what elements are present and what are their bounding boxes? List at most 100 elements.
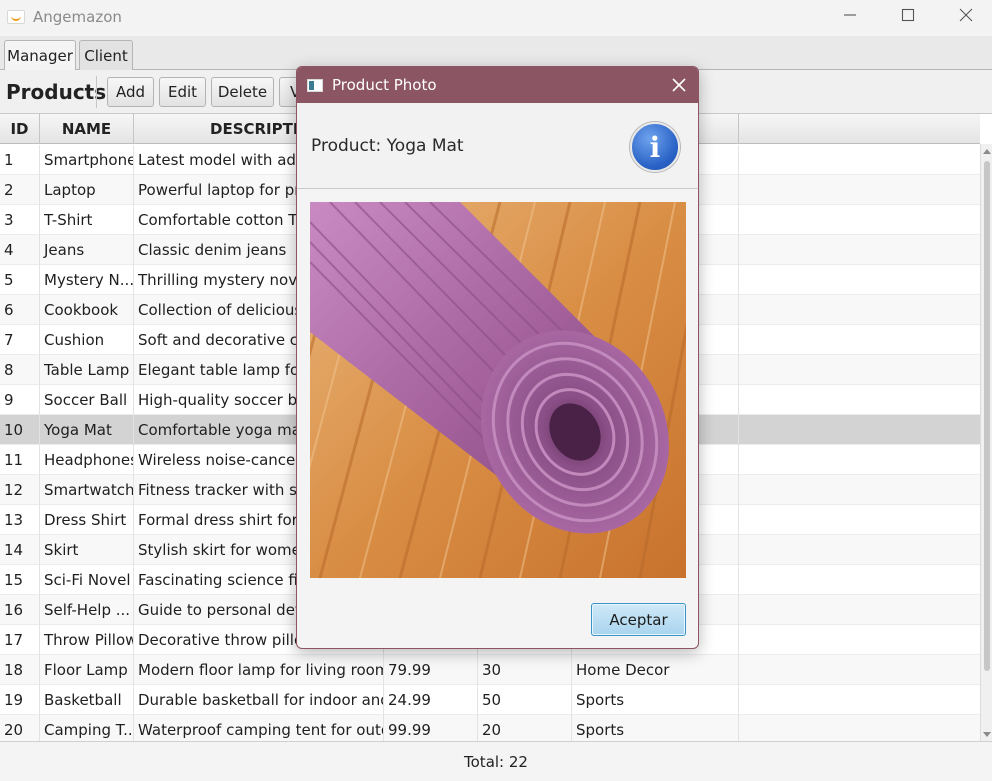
close-icon[interactable] [937, 0, 992, 30]
accept-button[interactable]: Aceptar [591, 603, 686, 636]
cell-name: Floor Lamp [40, 655, 134, 685]
cell-name: Smartwatch [40, 475, 134, 505]
cell-name: Camping T... [40, 715, 134, 741]
maximize-icon[interactable] [879, 0, 937, 30]
tab-manager[interactable]: Manager [4, 40, 76, 71]
cell-name: Yoga Mat [40, 415, 134, 445]
dialog-title: Product Photo [332, 76, 437, 94]
edit-button[interactable]: Edit [159, 77, 206, 107]
cell-id: 3 [0, 205, 40, 235]
cell-name: Dress Shirt [40, 505, 134, 535]
cell-filler [739, 145, 980, 175]
cell-name: Table Lamp [40, 355, 134, 385]
cell-id: 10 [0, 415, 40, 445]
cell-id: 20 [0, 715, 40, 741]
cell-filler [739, 235, 980, 265]
dialog-header: Product: Yoga Mat i [297, 103, 698, 189]
window-title: Angemazon [33, 7, 122, 26]
cell-filler [739, 205, 980, 235]
info-icon: i [630, 122, 680, 172]
cell-id: 16 [0, 595, 40, 625]
cell-description: Durable basketball for indoor and ... [134, 685, 384, 715]
app-logo-icon [7, 9, 25, 24]
cell-name: Throw Pillow [40, 625, 134, 655]
cell-filler [739, 625, 980, 655]
scrollbar-thumb[interactable] [984, 161, 990, 671]
cell-name: Laptop [40, 175, 134, 205]
cell-price: 24.99 [384, 685, 478, 715]
cell-filler [739, 565, 980, 595]
cell-id: 14 [0, 535, 40, 565]
cell-id: 5 [0, 265, 40, 295]
dialog-window-icon [307, 78, 323, 92]
products-title: Products [6, 80, 107, 104]
cell-filler [739, 355, 980, 385]
cell-name: Jeans [40, 235, 134, 265]
cell-name: Mystery N... [40, 265, 134, 295]
cell-filler [739, 295, 980, 325]
cell-filler [739, 325, 980, 355]
cell-name: Smartphone [40, 145, 134, 175]
cell-name: Basketball [40, 685, 134, 715]
product-photo-dialog: Product Photo Product: Yoga Mat i Acepta… [296, 66, 699, 649]
toolbar-divider [96, 76, 97, 108]
cell-name: Skirt [40, 535, 134, 565]
cell-filler [739, 685, 980, 715]
cell-filler [739, 595, 980, 625]
cell-name: Soccer Ball [40, 385, 134, 415]
cell-filler [739, 385, 980, 415]
delete-button[interactable]: Delete [211, 77, 274, 107]
cell-name: T-Shirt [40, 205, 134, 235]
cell-filler [739, 655, 980, 685]
cell-id: 18 [0, 655, 40, 685]
cell-filler [739, 505, 980, 535]
window-titlebar: Angemazon [0, 0, 992, 33]
cell-id: 7 [0, 325, 40, 355]
dialog-header-text: Product: Yoga Mat [311, 136, 464, 156]
product-photo [310, 202, 686, 578]
cell-filler [739, 475, 980, 505]
cell-filler [739, 535, 980, 565]
column-header-id[interactable]: ID [0, 114, 40, 144]
scroll-down-icon[interactable] [983, 732, 991, 737]
cell-filler [739, 715, 980, 741]
cell-filler [739, 265, 980, 295]
cell-filler [739, 415, 980, 445]
cell-category: Sports [572, 715, 739, 741]
table-row[interactable]: 20 Camping T... Waterproof camping tent fo… [0, 715, 980, 741]
cell-id: 4 [0, 235, 40, 265]
tab-client[interactable]: Client [79, 40, 133, 70]
cell-id: 13 [0, 505, 40, 535]
cell-id: 2 [0, 175, 40, 205]
minimize-icon[interactable] [821, 0, 879, 30]
status-bar: Total: 22 [0, 741, 992, 781]
cell-id: 6 [0, 295, 40, 325]
cell-price: 99.99 [384, 715, 478, 741]
cell-description: Waterproof camping tent for outd... [134, 715, 384, 741]
table-row[interactable]: 18 Floor Lamp Modern floor lamp for living… [0, 655, 980, 685]
column-header-name[interactable]: NAME [40, 114, 134, 144]
cell-stock: 30 [478, 655, 572, 685]
cell-stock: 50 [478, 685, 572, 715]
dialog-close-icon[interactable] [670, 76, 688, 94]
cell-name: Self-Help ... [40, 595, 134, 625]
cell-stock: 20 [478, 715, 572, 741]
cell-name: Cookbook [40, 295, 134, 325]
cell-id: 19 [0, 685, 40, 715]
cell-filler [739, 175, 980, 205]
cell-id: 9 [0, 385, 40, 415]
table-vertical-scrollbar[interactable] [980, 144, 992, 741]
cell-category: Sports [572, 685, 739, 715]
table-row[interactable]: 19 Basketball Durable basketball for indoo… [0, 685, 980, 715]
cell-name: Sci-Fi Novel [40, 565, 134, 595]
yoga-mat-photo [310, 202, 686, 578]
cell-name: Headphones [40, 445, 134, 475]
add-button[interactable]: Add [107, 77, 154, 107]
cell-id: 17 [0, 625, 40, 655]
scroll-up-icon[interactable] [983, 149, 991, 154]
dialog-titlebar: Product Photo [297, 67, 698, 103]
cell-name: Cushion [40, 325, 134, 355]
total-count: Total: 22 [464, 752, 528, 771]
tab-bar: Manager Client [0, 36, 992, 71]
cell-id: 8 [0, 355, 40, 385]
